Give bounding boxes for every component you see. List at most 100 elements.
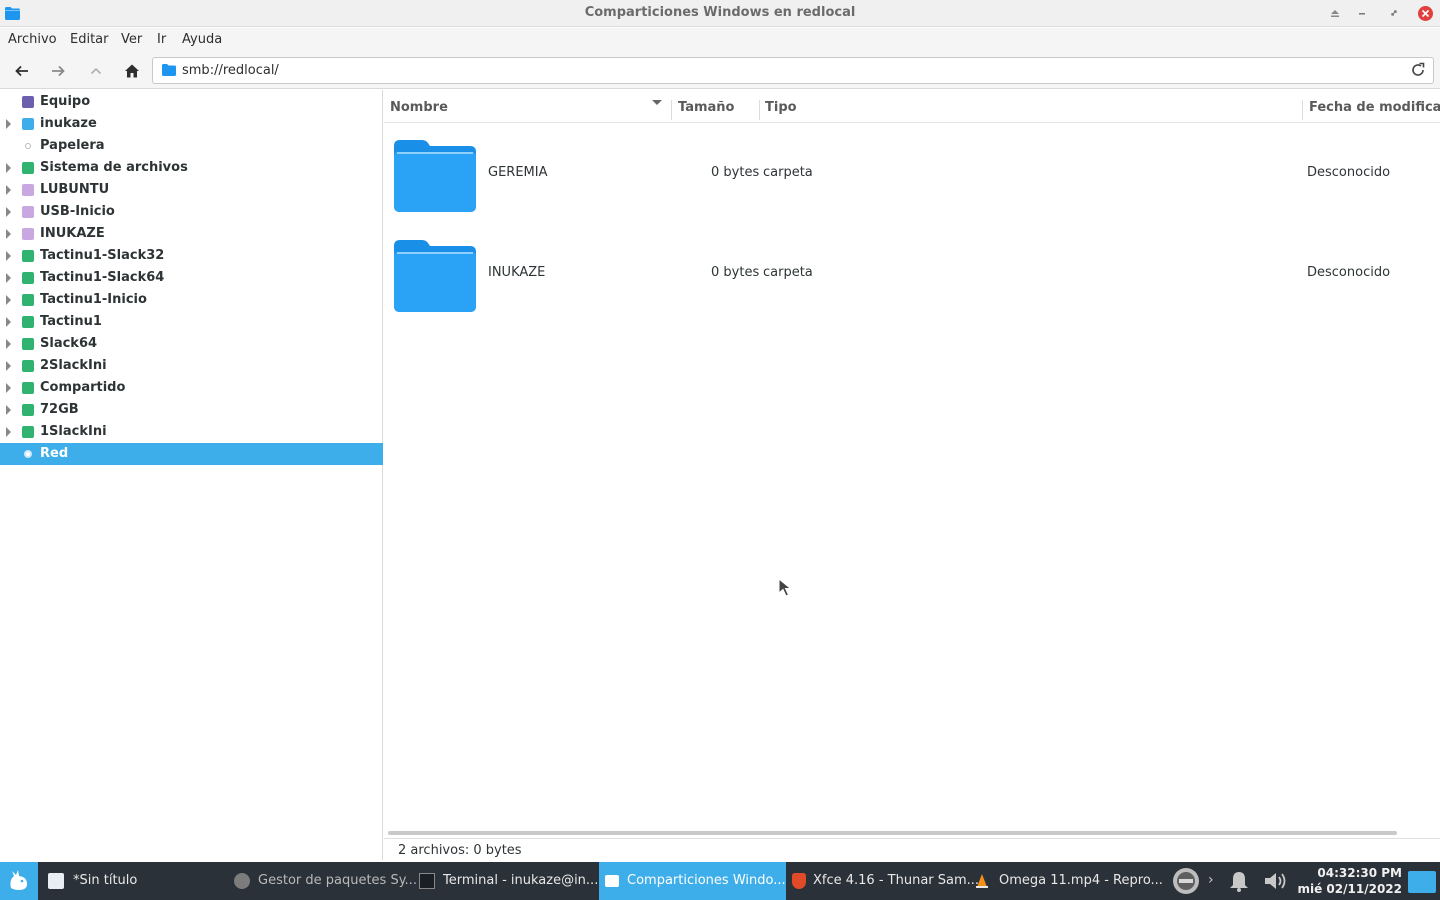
file-list: Nombre Tamaño Tipo Fecha de modificació … xyxy=(384,90,1440,835)
sidebar-item-label: Compartido xyxy=(40,380,126,395)
file-row-inukaze[interactable]: INUKAZE 0 bytes carpeta Desconocido xyxy=(384,223,1440,323)
column-type[interactable]: Tipo xyxy=(765,100,797,115)
task-sin-titulo[interactable]: *Sin título xyxy=(42,862,225,900)
expander-icon[interactable] xyxy=(6,163,11,173)
column-header: Nombre Tamaño Tipo Fecha de modificació xyxy=(384,90,1440,123)
home-button[interactable] xyxy=(120,59,144,83)
tray-avatar[interactable] xyxy=(1170,867,1202,895)
menu-ver[interactable]: Ver xyxy=(121,32,142,47)
task-vlc[interactable]: Omega 11.mp4 - Repro... xyxy=(970,862,1163,900)
sidebar-item-label: 2SlackIni xyxy=(40,358,107,373)
location-path[interactable]: smb://redlocal/ xyxy=(182,63,279,78)
tray-volume[interactable] xyxy=(1262,869,1292,893)
sidebar-item-lubuntu[interactable]: LUBUNTU xyxy=(0,179,383,201)
sidebar-item-label: 72GB xyxy=(40,402,79,417)
task-comparticiones[interactable]: Comparticiones Windo... xyxy=(599,862,786,900)
folder-icon xyxy=(394,140,476,212)
horizontal-scrollbar[interactable] xyxy=(388,831,1397,835)
tray-notifications[interactable] xyxy=(1226,869,1252,893)
computer-icon xyxy=(22,96,34,108)
sidebar-item-compartido[interactable]: Compartido xyxy=(0,377,383,399)
home-icon xyxy=(125,64,139,78)
expander-icon[interactable] xyxy=(6,251,11,261)
expander-icon[interactable] xyxy=(6,207,11,217)
expander-icon[interactable] xyxy=(6,295,11,305)
sidebar-item-label: USB-Inicio xyxy=(40,204,115,219)
terminal-icon xyxy=(419,873,435,889)
network-icon xyxy=(24,450,32,458)
close-button[interactable] xyxy=(1418,6,1433,21)
shade-button[interactable] xyxy=(1326,4,1344,22)
sidebar-item-label: Tactinu1-Slack64 xyxy=(40,270,165,285)
expander-icon[interactable] xyxy=(6,229,11,239)
expander-icon[interactable] xyxy=(6,405,11,415)
eject-icon xyxy=(1331,10,1339,17)
task-terminal[interactable]: Terminal - inukaze@in... xyxy=(413,862,599,900)
column-separator[interactable] xyxy=(671,100,672,120)
file-row-geremia[interactable]: GEREMIA 0 bytes carpeta Desconocido xyxy=(384,123,1440,223)
expander-icon[interactable] xyxy=(6,361,11,371)
sidebar-item-usb-inicio[interactable]: USB-Inicio xyxy=(0,201,383,223)
expander-icon[interactable] xyxy=(6,427,11,437)
menu-ir[interactable]: Ir xyxy=(157,32,166,47)
sidebar-item-inukaze[interactable]: inukaze xyxy=(0,113,383,135)
up-button[interactable] xyxy=(84,59,108,83)
expander-icon[interactable] xyxy=(6,383,11,393)
menu-ayuda[interactable]: Ayuda xyxy=(182,32,222,47)
sidebar-item-tactinu1[interactable]: Tactinu1 xyxy=(0,311,383,333)
sidebar-item-equipo[interactable]: Equipo xyxy=(0,91,383,113)
clock[interactable]: 04:32:30 PM mié 02/11/2022 xyxy=(1298,865,1403,897)
expander-icon[interactable] xyxy=(6,339,11,349)
column-size[interactable]: Tamaño xyxy=(678,100,734,115)
task-gestor-paquetes[interactable]: Gestor de paquetes Sy... xyxy=(228,862,417,900)
file-type: carpeta xyxy=(763,265,813,280)
drive-icon xyxy=(22,250,34,262)
minimize-icon xyxy=(1359,13,1365,15)
maximize-button[interactable] xyxy=(1385,4,1403,22)
location-bar[interactable]: smb://redlocal/ xyxy=(152,57,1434,84)
sidebar-item-label: 1SlackIni xyxy=(40,424,107,439)
sidebar-item-label: inukaze xyxy=(40,116,97,131)
file-name: INUKAZE xyxy=(488,265,546,280)
expander-icon[interactable] xyxy=(6,119,11,129)
forward-button[interactable] xyxy=(46,59,70,83)
sidebar-item-tactinu1-slack64[interactable]: Tactinu1-Slack64 xyxy=(0,267,383,289)
task-label: Omega 11.mp4 - Repro... xyxy=(999,873,1163,888)
menu-archivo[interactable]: Archivo xyxy=(8,32,57,47)
whisker-menu-button[interactable] xyxy=(0,862,38,900)
sidebar-item-slack64[interactable]: Slack64 xyxy=(0,333,383,355)
minimize-button[interactable] xyxy=(1353,4,1371,22)
task-brave-thunar[interactable]: Xfce 4.16 - Thunar Sam... xyxy=(786,862,979,900)
file-size: 0 bytes xyxy=(711,165,760,180)
column-name[interactable]: Nombre xyxy=(390,100,448,115)
mouse-cursor-icon xyxy=(778,578,792,597)
sidebar-item-red[interactable]: Red xyxy=(0,443,383,465)
menu-editar[interactable]: Editar xyxy=(70,32,109,47)
file-modified: Desconocido xyxy=(1307,265,1391,280)
sidebar-item-papelera[interactable]: Papelera xyxy=(0,135,383,157)
column-separator[interactable] xyxy=(759,100,760,120)
brave-browser-icon xyxy=(792,873,806,889)
column-separator[interactable] xyxy=(1302,100,1303,120)
title-bar: Comparticiones Windows en redlocal xyxy=(0,0,1440,27)
sidebar-item-label: LUBUNTU xyxy=(40,182,110,197)
back-button[interactable] xyxy=(10,59,34,83)
sidebar-item-2slackini[interactable]: 2SlackIni xyxy=(0,355,383,377)
tray-expand-icon[interactable]: › xyxy=(1208,872,1214,888)
show-desktop-button[interactable] xyxy=(1408,871,1436,893)
sidebar-item-72gb[interactable]: 72GB xyxy=(0,399,383,421)
sidebar-item-tactinu1-slack32[interactable]: Tactinu1-Slack32 xyxy=(0,245,383,267)
sidebar-item-inukaze-drive[interactable]: INUKAZE xyxy=(0,223,383,245)
column-modified[interactable]: Fecha de modificació xyxy=(1309,100,1440,115)
sidebar-item-label: Tactinu1 xyxy=(40,314,102,329)
sidebar-item-tactinu1-inicio[interactable]: Tactinu1-Inicio xyxy=(0,289,383,311)
expander-icon[interactable] xyxy=(6,185,11,195)
drive-icon xyxy=(22,426,34,438)
bell-icon xyxy=(1230,872,1248,892)
reload-icon[interactable] xyxy=(1409,61,1427,79)
expander-icon[interactable] xyxy=(6,273,11,283)
expander-icon[interactable] xyxy=(6,317,11,327)
sidebar-item-sistema-de-archivos[interactable]: Sistema de archivos xyxy=(0,157,383,179)
sidebar-item-1slackini[interactable]: 1SlackIni xyxy=(0,421,383,443)
toolbar: smb://redlocal/ xyxy=(0,53,1440,89)
